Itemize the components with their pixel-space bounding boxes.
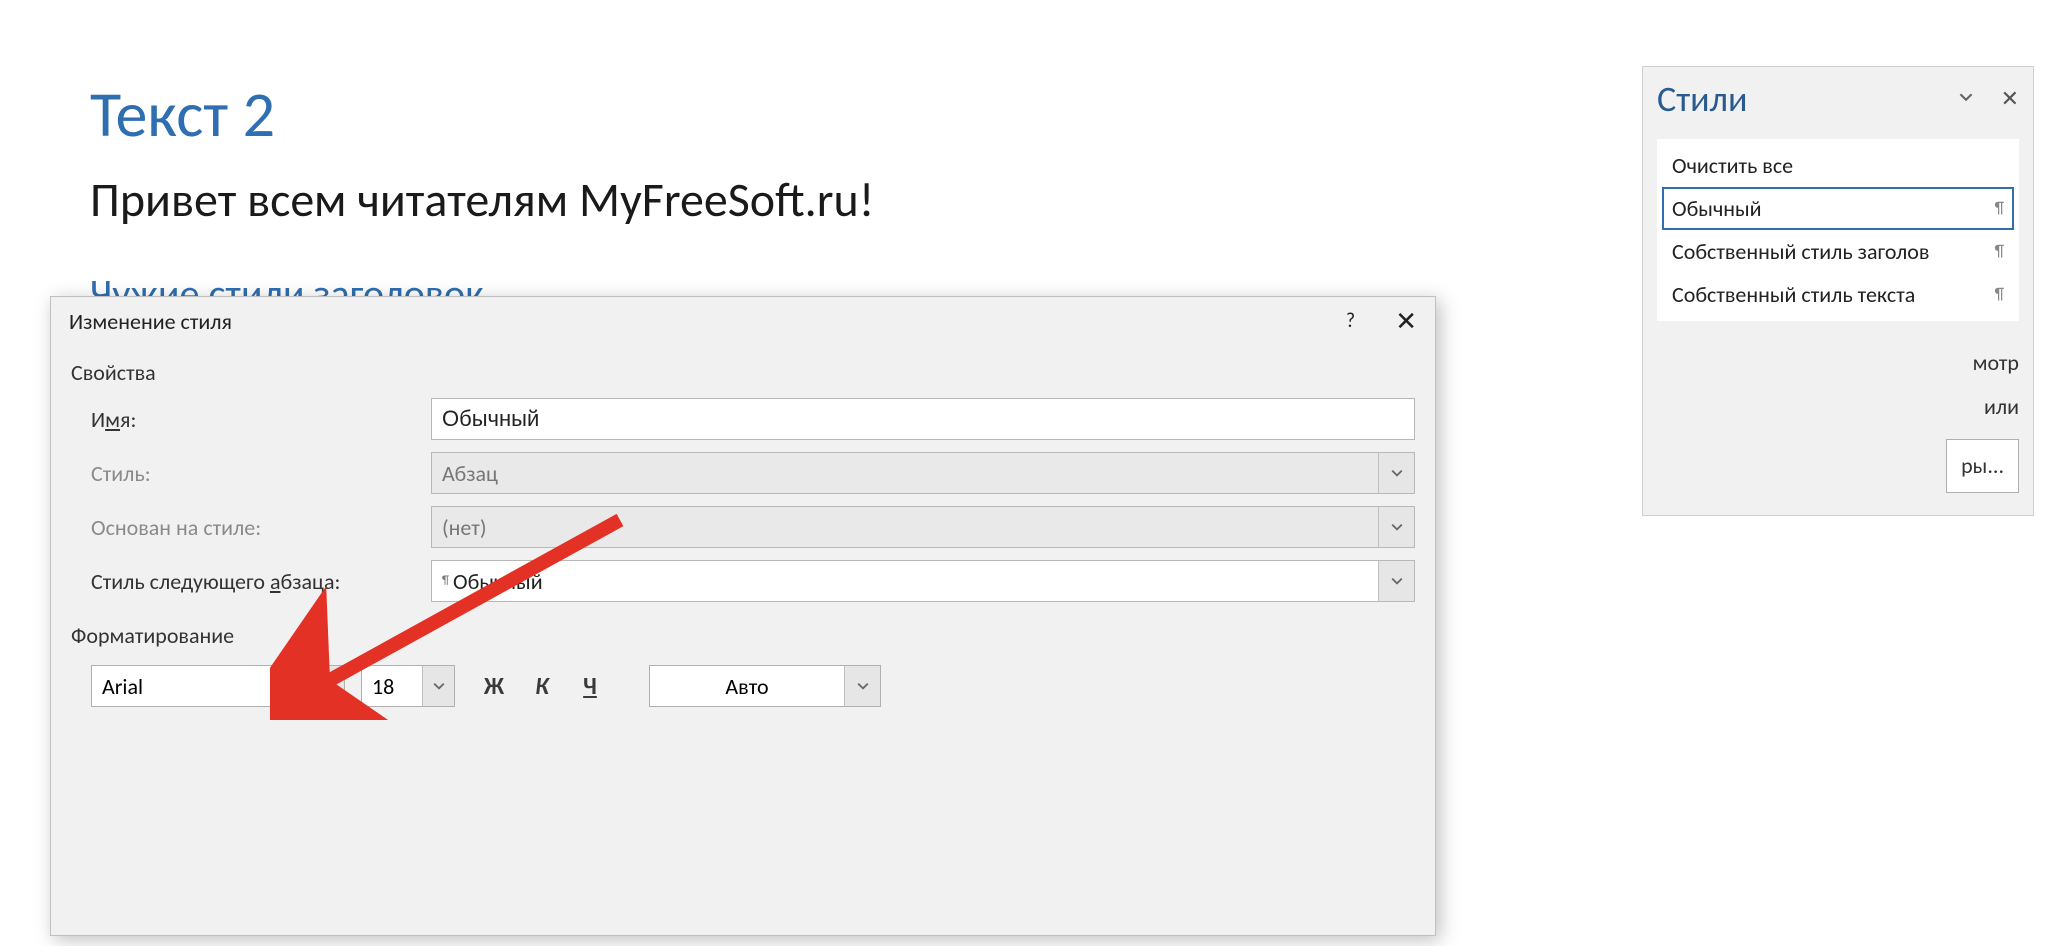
row-name: Имя: (51, 392, 1435, 446)
name-input[interactable] (431, 398, 1415, 440)
font-size-value: 18 (362, 666, 422, 706)
style-item-normal[interactable]: Обычный ¶ (1662, 187, 2014, 230)
font-color-combo[interactable]: Авто (649, 665, 881, 707)
options-button[interactable]: ры... (1946, 439, 2019, 493)
style-item-custom-text[interactable]: Собственный стиль текста ¶ (1662, 273, 2014, 316)
italic-button[interactable]: К (527, 672, 557, 701)
styles-pane-title: Стили (1657, 77, 1747, 121)
next-style-combo[interactable]: Обычный (431, 560, 1415, 602)
close-icon[interactable]: ✕ (1395, 305, 1417, 337)
group-properties-label: Свойства (51, 345, 1435, 392)
chevron-down-icon[interactable] (1378, 561, 1414, 601)
underline-button[interactable]: Ч (575, 672, 605, 701)
font-family-value: Arial (92, 666, 312, 706)
style-item-clear-all[interactable]: Очистить все (1662, 144, 2014, 187)
doc-heading: Текст 2 (90, 80, 874, 150)
row-next-style: Стиль следующего абзаца: Обычный (51, 554, 1435, 608)
style-item-label: Собственный стиль заголов (1672, 238, 1929, 265)
modify-style-dialog: Изменение стиля ? ✕ Свойства Имя: Стиль:… (50, 296, 1436, 936)
next-style-label: Стиль следующего абзаца: (91, 568, 421, 595)
paragraph-mark-icon: ¶ (1995, 199, 2004, 218)
row-style-type: Стиль: Абзац (51, 446, 1435, 500)
style-item-label: Очистить все (1672, 152, 1793, 179)
dialog-titlebar: Изменение стиля ? ✕ (51, 297, 1435, 345)
group-formatting-label: Форматирование (51, 608, 1435, 655)
style-type-value: Абзац (432, 453, 1378, 493)
help-icon[interactable]: ? (1346, 309, 1355, 333)
document-canvas: Текст 2 Привет всем читателям MyFreeSoft… (90, 80, 874, 318)
styles-pane: Стили ✕ Очистить все Обычный ¶ Собственн… (1642, 66, 2034, 516)
based-on-value: (нет) (432, 507, 1378, 547)
font-family-combo[interactable]: Arial (91, 665, 345, 707)
style-item-custom-heading[interactable]: Собственный стиль заголов ¶ (1662, 230, 2014, 273)
row-based-on: Основан на стиле: (нет) (51, 500, 1435, 554)
paragraph-mark-icon: ¶ (1995, 242, 2004, 261)
style-item-label: Обычный (1672, 195, 1762, 222)
pane-tail-line: или (1657, 385, 2019, 429)
styles-pane-header: Стили ✕ (1657, 77, 2019, 121)
based-on-combo: (нет) (431, 506, 1415, 548)
chevron-down-icon (1378, 507, 1414, 547)
dialog-title: Изменение стиля (69, 308, 232, 335)
pane-tail-line: мотр (1657, 341, 2019, 385)
style-type-combo: Абзац (431, 452, 1415, 494)
font-style-buttons: Ж К Ч (471, 672, 613, 701)
close-icon[interactable]: ✕ (2001, 88, 2019, 110)
based-on-label: Основан на стиле: (91, 514, 421, 541)
styles-list: Очистить все Обычный ¶ Собственный стиль… (1657, 139, 2019, 321)
style-type-label: Стиль: (91, 460, 421, 487)
font-size-combo[interactable]: 18 (361, 665, 455, 707)
bold-button[interactable]: Ж (479, 672, 509, 701)
chevron-down-icon (1378, 453, 1414, 493)
chevron-down-icon[interactable] (312, 666, 344, 706)
pane-options-icon[interactable] (1959, 90, 1973, 109)
name-label: Имя: (91, 406, 421, 433)
pane-tail: мотр или ры... (1657, 341, 2019, 493)
doc-body-text: Привет всем читателям MyFreeSoft.ru! (90, 170, 874, 229)
chevron-down-icon[interactable] (422, 666, 454, 706)
next-style-value: Обычный (432, 561, 1378, 601)
formatting-toolbar: Arial 18 Ж К Ч Авто (51, 655, 1435, 707)
paragraph-mark-icon: ¶ (1995, 285, 2004, 304)
font-color-value: Авто (650, 666, 844, 706)
chevron-down-icon[interactable] (844, 666, 880, 706)
style-item-label: Собственный стиль текста (1672, 281, 1915, 308)
